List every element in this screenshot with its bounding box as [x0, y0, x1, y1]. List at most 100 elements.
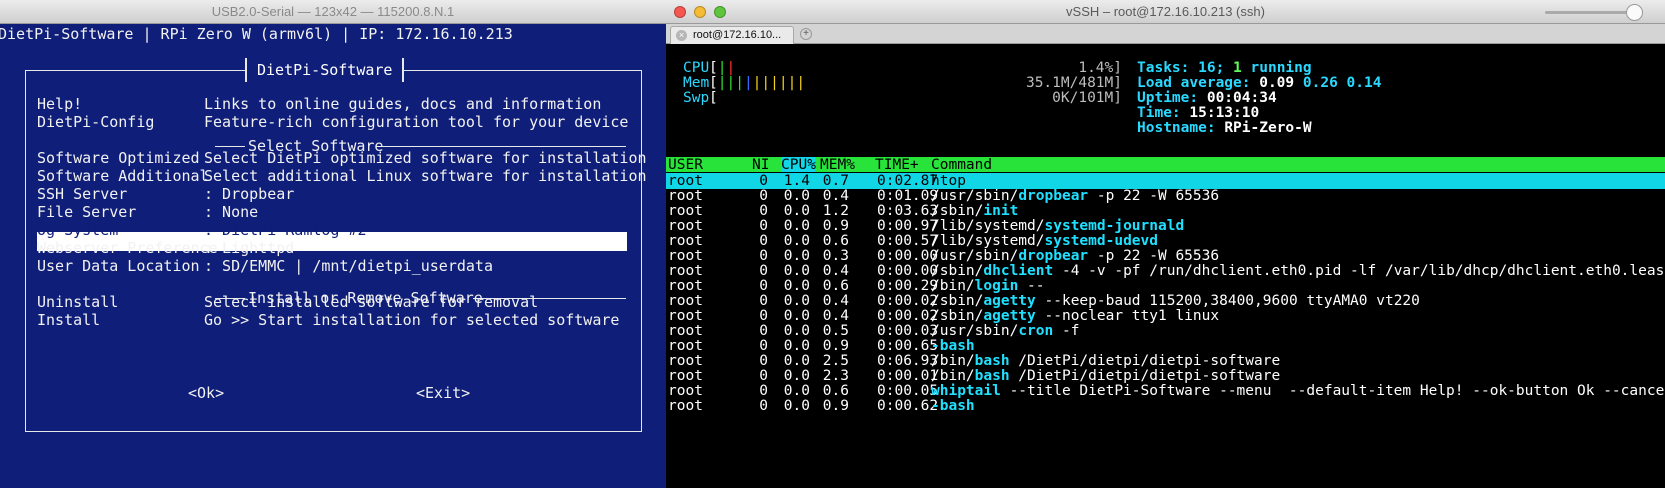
time-stat: Time: 15:13:10 [1137, 105, 1260, 121]
header-user[interactable]: USER [668, 157, 703, 173]
ok-button[interactable]: <Ok> [188, 384, 224, 402]
process-command: /sbin/agetty --keep-baud 115200,38400,96… [931, 293, 1420, 309]
process-time: 0:00.00 [877, 263, 939, 279]
menu-item-description: Select installed software for removal [204, 293, 539, 311]
process-mem: 0.4 [822, 308, 849, 324]
header-ni[interactable]: NI [752, 157, 769, 173]
process-command: -bash [931, 338, 975, 354]
cpu-meter-label: CPU [683, 60, 710, 76]
header-command[interactable]: Command [931, 157, 992, 173]
zoom-traffic-light[interactable] [714, 6, 726, 18]
tasks-stat: Tasks: 16; 1 running [1137, 60, 1312, 76]
dialog-title: DietPi-Software [245, 58, 405, 82]
process-mem: 0.7 [822, 173, 849, 189]
process-time: 0:01.09 [877, 188, 939, 204]
process-cpu: 0.0 [783, 353, 810, 369]
process-ni: 0 [759, 173, 768, 189]
process-cpu: 0.0 [783, 323, 810, 339]
menu-item-description: : DietPi-Ramlog #2 [204, 221, 367, 239]
process-command: /usr/sbin/cron -f [931, 323, 1080, 339]
process-ni: 0 [759, 248, 768, 264]
menu-item-name: File Server [37, 203, 137, 221]
process-command: /usr/sbin/dropbear -p 22 -W 65536 [931, 248, 1220, 264]
ssh-window-titlebar[interactable]: vSSH – root@172.16.10.213 (ssh) [666, 0, 1665, 24]
process-command: /bin/login -- [931, 278, 1045, 294]
process-cpu: 0.0 [783, 233, 810, 249]
process-mem: 0.6 [822, 383, 849, 399]
process-ni: 0 [759, 353, 768, 369]
menu-item-name: DietPi-Config [37, 113, 155, 131]
menu-item-description: : None [204, 203, 259, 221]
process-ni: 0 [759, 233, 768, 249]
process-cpu: 0.0 [783, 368, 810, 384]
process-time: 0:00.97 [877, 218, 939, 234]
header-cpu[interactable]: CPU% [781, 157, 816, 173]
process-mem: 0.6 [822, 233, 849, 249]
menu-item-description: Feature-rich configuration tool for your… [204, 113, 629, 131]
process-command: /bin/bash /DietPi/dietpi/dietpi-software [931, 368, 1281, 384]
menu-item-description: : Dropbear [204, 185, 295, 203]
font-size-slider[interactable] [1545, 11, 1635, 14]
process-cpu: 0.0 [783, 203, 810, 219]
minimize-traffic-light[interactable] [694, 6, 706, 18]
menu-item-description: Links to online guides, docs and informa… [204, 95, 602, 113]
process-time: 0:06.93 [877, 353, 939, 369]
menu-item-name: Install [37, 311, 101, 329]
process-mem: 0.9 [822, 338, 849, 354]
menu-item-name: Software Optimized [37, 149, 200, 167]
process-user: root [668, 203, 703, 219]
exit-button[interactable]: <Exit> [416, 384, 470, 402]
process-cpu: 0.0 [783, 248, 810, 264]
process-command: -bash [931, 398, 975, 414]
menu-item-description: Select additional Linux software for ins… [204, 167, 647, 185]
process-user: root [668, 248, 703, 264]
session-tab[interactable]: × root@172.16.10... [670, 26, 794, 44]
serial-window-titlebar[interactable]: USB2.0-Serial — 123x42 — 115200.8.N.1 [0, 0, 666, 24]
process-time: 0:00.29 [877, 278, 939, 294]
hostname-stat: Hostname: RPi-Zero-W [1137, 120, 1312, 136]
process-mem: 0.5 [822, 323, 849, 339]
process-command: /usr/sbin/dropbear -p 22 -W 65536 [931, 188, 1220, 204]
process-mem: 0.6 [822, 278, 849, 294]
process-user: root [668, 233, 703, 249]
process-user: root [668, 323, 703, 339]
serial-terminal-window: USB2.0-Serial — 123x42 — 115200.8.N.1 Di… [0, 0, 666, 488]
process-time: 0:00.65 [877, 338, 939, 354]
process-time: 0:00.02 [877, 308, 939, 324]
tab-label: root@172.16.10... [693, 29, 782, 41]
process-user: root [668, 278, 703, 294]
process-user: root [668, 398, 703, 414]
header-time[interactable]: TIME+ [875, 157, 919, 173]
swap-meter-label: Swp [683, 90, 710, 106]
process-mem: 0.4 [822, 263, 849, 279]
process-user: root [668, 338, 703, 354]
process-time: 0:00.03 [877, 323, 939, 339]
process-time: 0:00.57 [877, 233, 939, 249]
header-mem[interactable]: MEM% [820, 157, 855, 173]
process-time: 0:00.62 [877, 398, 939, 414]
process-command: /sbin/agetty --noclear tty1 linux [931, 308, 1220, 324]
process-ni: 0 [759, 398, 768, 414]
tab-add-icon[interactable]: + [800, 28, 812, 40]
process-user: root [668, 263, 703, 279]
process-user: root [668, 173, 703, 189]
menu-item-name: Webserver Preference [37, 239, 218, 257]
tab-close-icon[interactable]: × [676, 30, 687, 41]
menu-item-description: : Lighttpd [204, 239, 295, 257]
process-time: 0:00.00 [877, 248, 939, 264]
process-ni: 0 [759, 218, 768, 234]
process-ni: 0 [759, 308, 768, 324]
process-cpu: 0.0 [783, 338, 810, 354]
process-command: /lib/systemd/systemd-journald [931, 218, 1185, 234]
menu-item-description: Select DietPi optimized software for ins… [204, 149, 647, 167]
process-cpu: 0.0 [783, 308, 810, 324]
process-command: /bin/bash /DietPi/dietpi/dietpi-software [931, 353, 1281, 369]
close-traffic-light[interactable] [674, 6, 686, 18]
menu-item-name: Help! [37, 95, 83, 113]
process-command: /lib/systemd/systemd-udevd [931, 233, 1158, 249]
font-size-slider-knob[interactable] [1626, 4, 1643, 21]
ssh-window-title: vSSH – root@172.16.10.213 (ssh) [1066, 4, 1265, 19]
process-ni: 0 [759, 383, 768, 399]
process-cpu: 0.0 [783, 263, 810, 279]
process-time: 0:00.01 [877, 368, 939, 384]
